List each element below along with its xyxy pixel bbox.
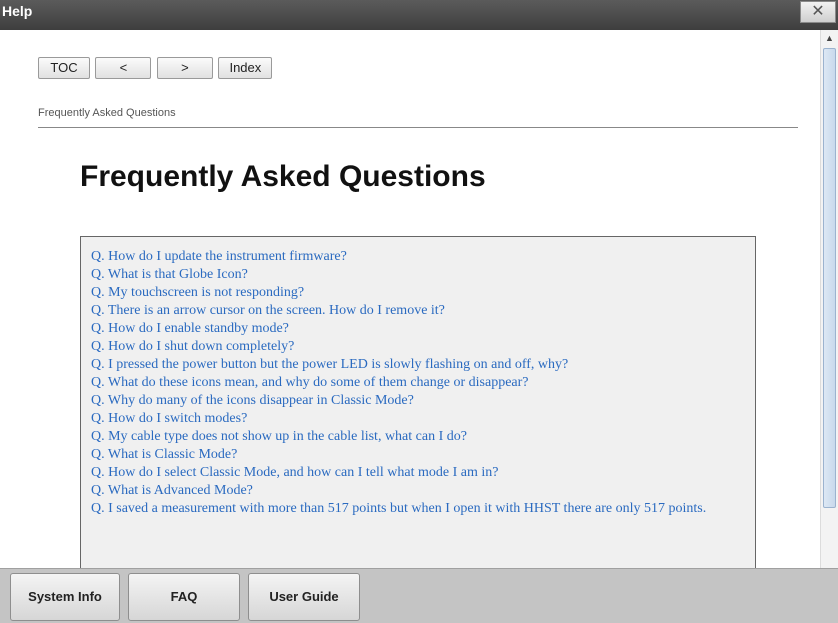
faq-link[interactable]: Q. There is an arrow cursor on the scree…	[91, 302, 747, 320]
previous-button[interactable]: <	[95, 57, 152, 79]
faq-button[interactable]: FAQ	[128, 573, 240, 621]
faq-link[interactable]: Q. I saved a measurement with more than …	[91, 500, 747, 518]
scroll-up-icon[interactable]: ▲	[821, 30, 838, 46]
next-button[interactable]: >	[156, 57, 213, 79]
window-title: Help	[2, 3, 33, 19]
faq-link[interactable]: Q. How do I update the instrument firmwa…	[91, 248, 747, 266]
faq-link[interactable]: Q. What is Classic Mode?	[91, 446, 747, 464]
close-button[interactable]: ✕	[800, 1, 836, 23]
faq-link[interactable]: Q. How do I enable standby mode?	[91, 320, 747, 338]
page-title: Frequently Asked Questions	[80, 160, 486, 193]
faq-link[interactable]: Q. I pressed the power button but the po…	[91, 356, 747, 374]
help-nav-bar: TOC < > Index	[38, 57, 273, 79]
close-icon: ✕	[811, 3, 825, 20]
faq-link[interactable]: Q. How do I shut down completely?	[91, 338, 747, 356]
system-info-button[interactable]: System Info	[10, 573, 120, 621]
faq-link[interactable]: Q. My cable type does not show up in the…	[91, 428, 747, 446]
index-button[interactable]: Index	[218, 57, 273, 79]
faq-link[interactable]: Q. How do I switch modes?	[91, 410, 747, 428]
user-guide-button[interactable]: User Guide	[248, 573, 360, 621]
title-bar: Help ✕	[0, 0, 838, 30]
faq-link[interactable]: Q. Why do many of the icons disappear in…	[91, 392, 747, 410]
bottom-toolbar: System Info FAQ User Guide	[0, 568, 838, 623]
faq-link[interactable]: Q. What do these icons mean, and why do …	[91, 374, 747, 392]
help-content: TOC < > Index Frequently Asked Questions…	[0, 30, 820, 568]
divider	[38, 127, 798, 128]
breadcrumb: Frequently Asked Questions	[38, 107, 176, 119]
faq-link[interactable]: Q. My touchscreen is not responding?	[91, 284, 747, 302]
toc-button[interactable]: TOC	[38, 57, 90, 79]
faq-link[interactable]: Q. How do I select Classic Mode, and how…	[91, 464, 747, 482]
faq-link[interactable]: Q. What is that Globe Icon?	[91, 266, 747, 284]
faq-link[interactable]: Q. What is Advanced Mode?	[91, 482, 747, 500]
scroll-thumb[interactable]	[823, 48, 836, 508]
vertical-scrollbar[interactable]: ▲	[820, 30, 838, 568]
faq-list: Q. How do I update the instrument firmwa…	[80, 236, 756, 568]
